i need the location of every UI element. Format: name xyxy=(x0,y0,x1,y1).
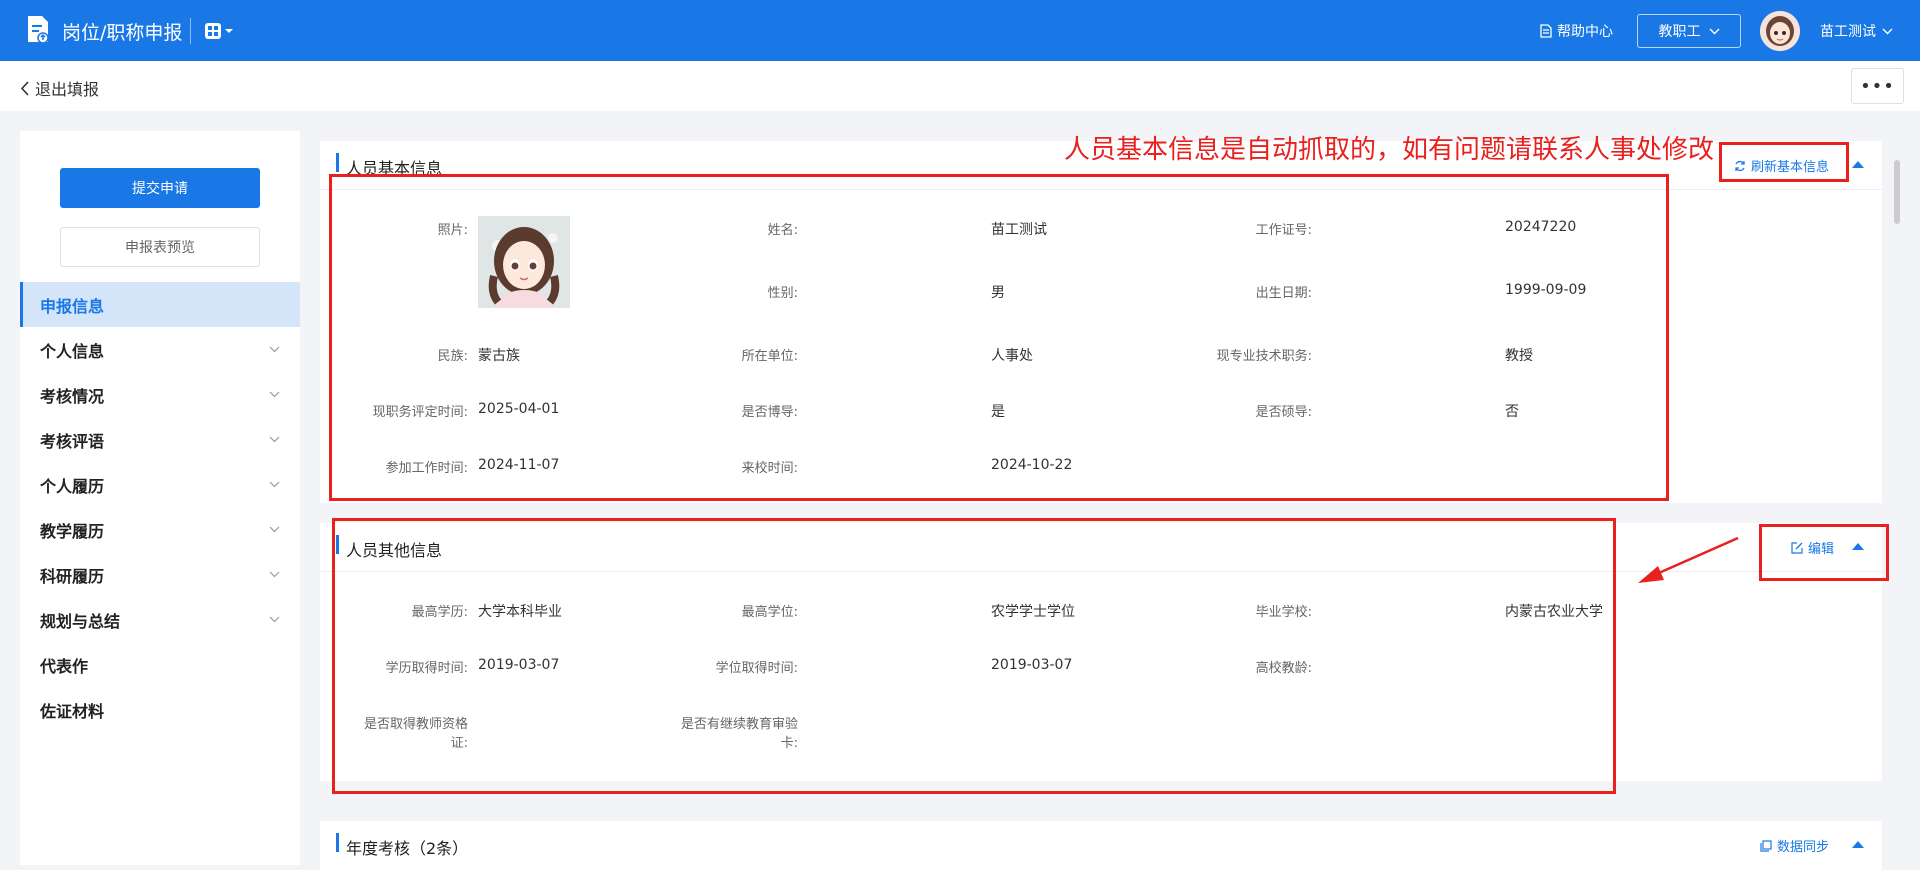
sidebar-item-label: 考核情况 xyxy=(40,386,105,406)
annual-assessment-card: 年度考核（2条） 数据同步 xyxy=(320,821,1882,870)
role-label: 教职工 xyxy=(1658,24,1701,40)
sidebar-item-label: 考核评语 xyxy=(40,431,105,451)
other-info-highlight-box xyxy=(332,518,1616,794)
sidebar-nav: 申报信息个人信息考核情况考核评语个人履历教学履历科研履历规划与总结代表作佐证材料 xyxy=(20,282,300,732)
title-accent xyxy=(336,153,339,172)
sidebar-item[interactable]: 教学履历 xyxy=(20,507,300,552)
sync-icon xyxy=(1760,839,1772,852)
more-icon: ••• xyxy=(1860,75,1895,97)
edit-highlight-box xyxy=(1759,524,1889,581)
chevron-left-icon xyxy=(20,80,29,96)
chevron-down-icon xyxy=(269,481,280,488)
app-switcher-button[interactable] xyxy=(205,20,241,42)
sidebar-item[interactable]: 申报信息 xyxy=(20,282,300,327)
grid-icon xyxy=(205,23,221,39)
sidebar-item[interactable]: 个人履历 xyxy=(20,462,300,507)
sidebar-item-label: 个人信息 xyxy=(40,341,105,361)
sidebar-item-label: 规划与总结 xyxy=(40,611,121,631)
user-menu[interactable]: 苗工测试 xyxy=(1820,21,1893,41)
sidebar-item[interactable]: 个人信息 xyxy=(20,327,300,372)
help-center-link[interactable]: 帮助中心 xyxy=(1540,21,1613,41)
chevron-down-icon xyxy=(269,526,280,533)
title-accent xyxy=(336,833,339,852)
caret-down-icon xyxy=(225,29,233,33)
chevron-down-icon xyxy=(269,436,280,443)
role-select[interactable]: 教职工 xyxy=(1637,14,1741,48)
app-title: 岗位/职称申报 xyxy=(62,22,183,44)
chevron-down-icon xyxy=(1709,28,1719,34)
scrollbar[interactable] xyxy=(1894,160,1900,224)
card-header: 年度考核（2条） 数据同步 xyxy=(320,821,1882,870)
sidebar-item-label: 佐证材料 xyxy=(40,701,105,721)
sidebar-item-label: 教学履历 xyxy=(40,521,105,541)
top-bar: 岗位/职称申报 帮助中心 教职工 苗工测试 xyxy=(0,0,1920,61)
divider xyxy=(190,18,191,44)
basic-info-highlight-box xyxy=(329,174,1669,501)
sidebar: 提交申请 申报表预览 申报信息个人信息考核情况考核评语个人履历教学履历科研履历规… xyxy=(20,131,300,865)
sidebar-item-label: 个人履历 xyxy=(40,476,105,496)
sidebar-item-label: 申报信息 xyxy=(40,296,105,316)
chevron-down-icon xyxy=(1882,28,1893,34)
sidebar-item[interactable]: 考核情况 xyxy=(20,372,300,417)
help-center-label: 帮助中心 xyxy=(1557,24,1613,40)
chevron-down-icon xyxy=(269,391,280,398)
exit-button[interactable]: 退出填报 xyxy=(20,76,99,100)
card-title: 年度考核（2条） xyxy=(346,839,469,858)
sidebar-item[interactable]: 佐证材料 xyxy=(20,687,300,732)
chevron-down-icon xyxy=(269,346,280,353)
chevron-down-icon xyxy=(269,616,280,623)
sidebar-item[interactable]: 考核评语 xyxy=(20,417,300,462)
more-button[interactable]: ••• xyxy=(1851,68,1904,104)
sidebar-item[interactable]: 规划与总结 xyxy=(20,597,300,642)
sub-header: 退出填报 ••• xyxy=(0,61,1920,111)
collapse-icon[interactable] xyxy=(1852,841,1864,848)
sidebar-item[interactable]: 科研履历 xyxy=(20,552,300,597)
chevron-down-icon xyxy=(269,571,280,578)
sidebar-item-label: 科研履历 xyxy=(40,566,105,586)
submit-application-button[interactable]: 提交申请 xyxy=(60,168,260,208)
data-sync-button[interactable]: 数据同步 xyxy=(1760,836,1829,855)
collapse-icon[interactable] xyxy=(1852,161,1864,168)
exit-label: 退出填报 xyxy=(35,80,100,99)
annotation-text: 人员基本信息是自动抓取的，如有问题请联系人事处修改 xyxy=(1064,135,1715,165)
user-name: 苗工测试 xyxy=(1820,24,1876,40)
data-sync-label: 数据同步 xyxy=(1777,840,1830,855)
avatar[interactable] xyxy=(1760,11,1800,51)
document-icon xyxy=(1540,24,1552,38)
sidebar-item[interactable]: 代表作 xyxy=(20,642,300,687)
sidebar-item-label: 代表作 xyxy=(40,656,89,676)
avatar-image xyxy=(1760,11,1800,51)
app-logo-icon xyxy=(28,16,49,44)
annotation-arrow-icon xyxy=(1638,536,1739,583)
refresh-highlight-box xyxy=(1719,142,1849,182)
preview-form-button[interactable]: 申报表预览 xyxy=(60,227,260,267)
